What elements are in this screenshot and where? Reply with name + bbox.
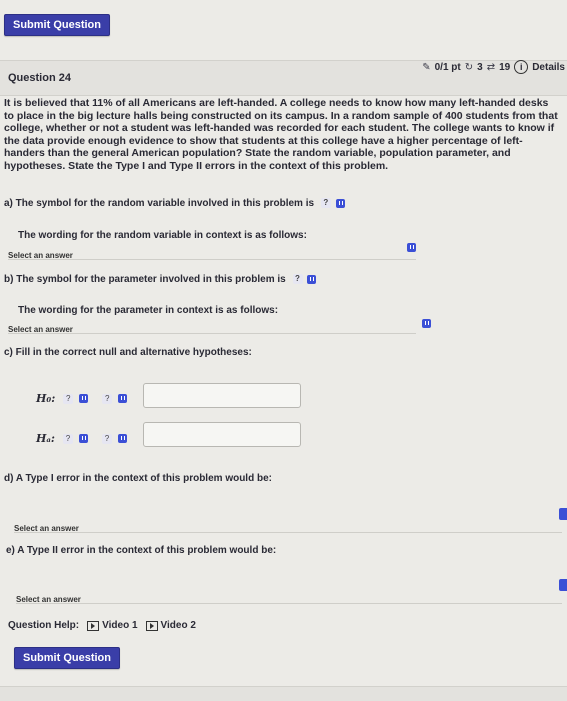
ha-param-select[interactable]: ? [62, 433, 73, 444]
h0-row: H₀: ? ? [36, 392, 128, 405]
part-e-label: e) A Type II error in the context of thi… [6, 545, 277, 556]
part-e-answer-select[interactable]: Select an answer [16, 589, 562, 604]
score-text: 0/1 pt [434, 61, 461, 73]
part-b-select[interactable]: ? [292, 274, 303, 285]
submit-question-button-bottom[interactable]: Submit Question [14, 647, 120, 669]
h0-label: H₀: [36, 392, 56, 405]
part-b-answer-select[interactable]: Select an answer [8, 319, 416, 334]
part-a-answer-text: Select an answer [8, 251, 73, 260]
retry-icon: ↻ [464, 61, 474, 73]
video-1-label: Video 1 [102, 620, 138, 631]
select-arrow-icon[interactable] [117, 434, 127, 443]
part-d-answer-select[interactable]: Select an answer [14, 518, 562, 533]
h0-param-select[interactable]: ? [63, 393, 74, 404]
part-a-select[interactable]: ? [320, 198, 331, 209]
ha-operator-select[interactable]: ? [101, 433, 112, 444]
retries-count: 3 [477, 61, 483, 73]
part-a-text: a) The symbol for the random variable in… [4, 198, 315, 209]
score-icon: ✎ [422, 61, 431, 73]
part-d-answer-text: Select an answer [14, 524, 79, 533]
ha-row: Hₐ: ? ? [36, 432, 127, 445]
select-arrow-icon[interactable] [559, 508, 567, 520]
attempts-icon: ⇄ [486, 61, 496, 73]
question-meta: ✎ 0/1 pt ↻ 3 ⇄ 19 i Details [422, 60, 565, 74]
select-arrow-icon[interactable] [335, 198, 345, 208]
select-arrow-icon[interactable] [422, 319, 432, 329]
ha-value-input[interactable] [143, 422, 301, 447]
footer-divider [0, 686, 567, 701]
video-1-link[interactable]: Video 1 [87, 620, 138, 631]
ha-label: Hₐ: [36, 432, 55, 445]
info-icon[interactable]: i [514, 60, 529, 74]
attempts-count: 19 [499, 61, 511, 73]
part-b-wording: The wording for the parameter in context… [18, 305, 279, 316]
details-link[interactable]: Details [532, 62, 565, 73]
video-icon [145, 620, 158, 631]
part-b-text: b) The symbol for the parameter involved… [4, 274, 286, 285]
part-c-label: c) Fill in the correct null and alternat… [4, 347, 252, 358]
select-arrow-icon[interactable] [78, 434, 88, 443]
part-a-answer-select[interactable]: Select an answer [8, 245, 416, 260]
part-a-wording: The wording for the random variable in c… [18, 230, 307, 241]
video-2-link[interactable]: Video 2 [145, 620, 196, 631]
part-a-label: a) The symbol for the random variable in… [4, 198, 345, 209]
h0-operator-select[interactable]: ? [102, 393, 113, 404]
select-arrow-icon[interactable] [559, 579, 567, 591]
submit-question-button-top[interactable]: Submit Question [4, 14, 110, 36]
select-arrow-icon[interactable] [307, 274, 317, 284]
part-d-label: d) A Type I error in the context of this… [4, 473, 272, 484]
video-icon [87, 620, 100, 631]
question-help-label: Question Help: [8, 620, 80, 631]
part-b-label: b) The symbol for the parameter involved… [4, 274, 317, 285]
problem-statement: It is believed that 11% of all Americans… [4, 97, 558, 172]
video-2-label: Video 2 [160, 620, 196, 631]
question-help: Question Help: Video 1 Video 2 [8, 620, 196, 631]
select-arrow-icon[interactable] [407, 243, 416, 253]
part-b-answer-text: Select an answer [8, 325, 73, 334]
h0-value-input[interactable] [143, 383, 301, 408]
select-arrow-icon[interactable] [118, 394, 128, 403]
part-e-answer-text: Select an answer [16, 595, 81, 604]
question-title: Question 24 [8, 72, 71, 84]
select-arrow-icon[interactable] [79, 394, 89, 403]
